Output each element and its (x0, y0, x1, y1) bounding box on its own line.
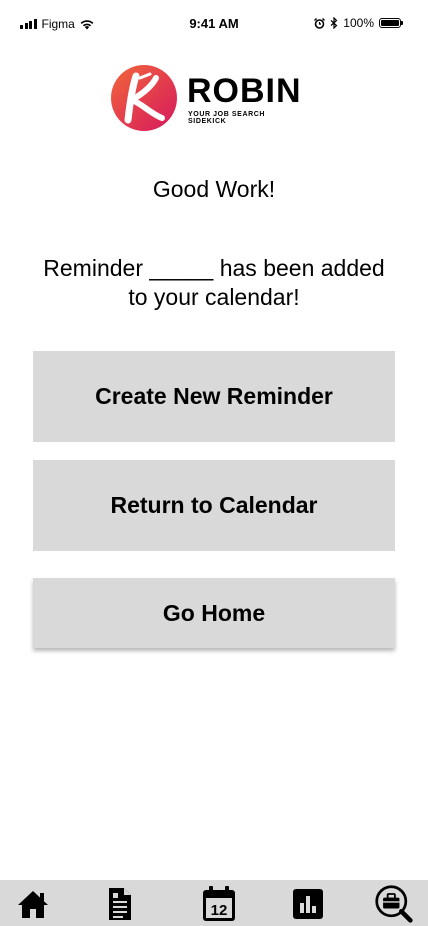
robin-logo-mark (111, 65, 177, 131)
return-to-calendar-button[interactable]: Return to Calendar (33, 460, 395, 551)
battery-percent: 100% (343, 16, 374, 30)
tab-calendar[interactable]: 12 (199, 884, 239, 924)
status-bar: Figma 9:41 AM 100% (0, 0, 428, 48)
robin-logo: ROBIN YOUR JOB SEARCH SIDEKICK (110, 64, 302, 132)
calendar-icon: 12 (203, 886, 235, 921)
tab-home[interactable] (13, 884, 53, 924)
document-icon (109, 888, 131, 920)
tab-documents[interactable] (100, 884, 140, 924)
logo-wordmark: ROBIN (187, 72, 302, 110)
bottom-tab-bar: 12 (0, 880, 428, 926)
job-search-icon (375, 885, 413, 923)
home-icon (18, 891, 48, 918)
tab-job-search[interactable] (374, 884, 414, 924)
stats-icon (293, 889, 323, 919)
logo-tagline: YOUR JOB SEARCH SIDEKICK (188, 111, 266, 125)
alarm-icon (314, 17, 326, 29)
page-title: Good Work! (152, 176, 276, 202)
tab-stats[interactable] (288, 884, 328, 924)
confirmation-message: Reminder _____ has been added to your ca… (43, 255, 385, 310)
calendar-day: 12 (211, 902, 228, 919)
create-new-reminder-button[interactable]: Create New Reminder (33, 351, 395, 442)
bluetooth-icon (330, 17, 338, 29)
go-home-button[interactable]: Go Home (33, 578, 395, 648)
status-right: 100% (314, 16, 403, 30)
battery-icon (379, 18, 403, 28)
